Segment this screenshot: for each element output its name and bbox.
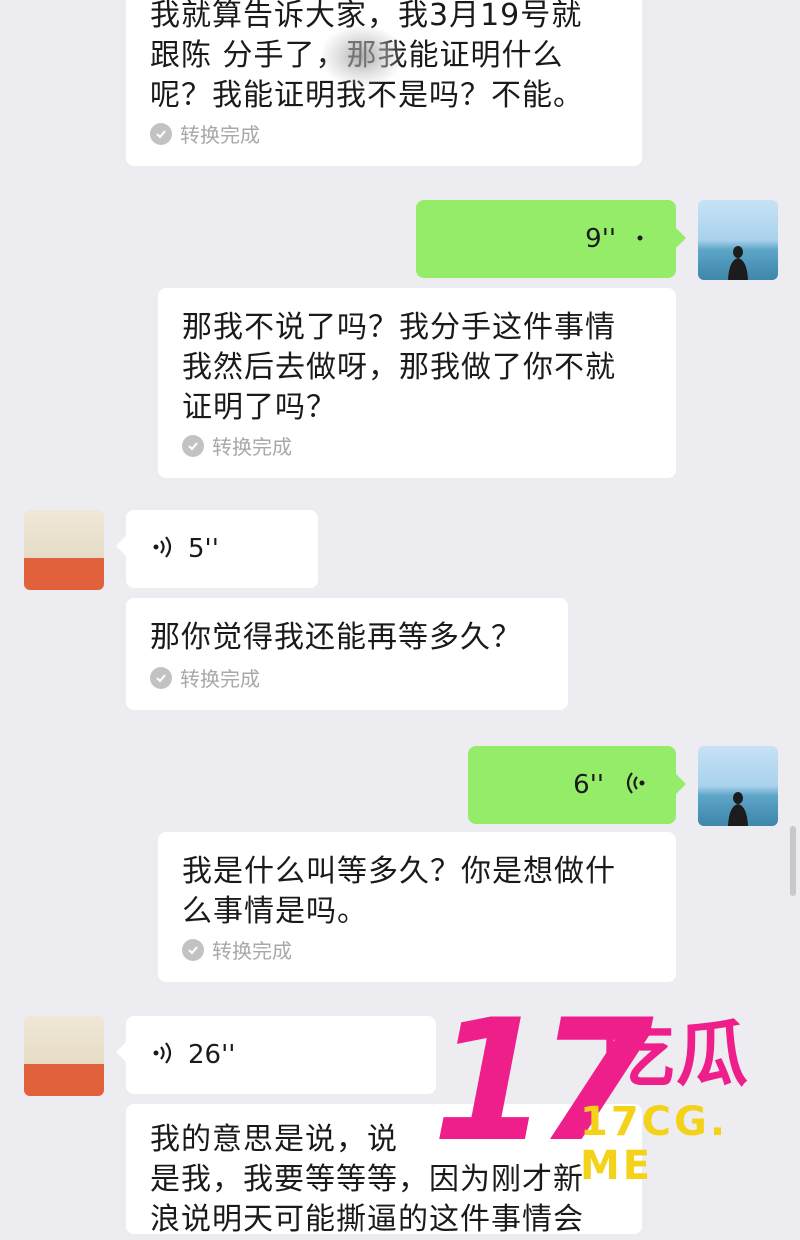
check-circle-icon: [182, 434, 204, 457]
contact-avatar[interactable]: [24, 510, 104, 590]
voice-message-outgoing[interactable]: 6'': [468, 746, 686, 824]
message-line: 么事情是吗。: [182, 894, 368, 929]
voice-message-outgoing[interactable]: 9'': [416, 200, 686, 278]
message-text: 那你觉得我还能再等多久？: [150, 618, 546, 658]
conversion-status: 转换完成: [150, 663, 260, 692]
message-bubble-incoming-transcript[interactable]: 那你觉得我还能再等多久？ 转换完成: [126, 598, 568, 710]
check-circle-icon: [182, 938, 204, 961]
message-bubble-outgoing-transcript[interactable]: 我是什么叫等多久？你是想做什 么事情是吗。 转换完成: [158, 832, 676, 982]
check-circle-icon: [150, 122, 172, 145]
watermark-url: 17CG. ME: [580, 1099, 729, 1189]
voice-message-incoming[interactable]: 5'': [116, 510, 318, 588]
message-bubble-incoming-transcript[interactable]: 我就算告诉大家，我3月19号就 跟陈 分手了，那我能证明什么 呢？我能证明我不是…: [126, 0, 642, 166]
bubble-tail: [116, 536, 126, 556]
voice-wave-icon: [636, 230, 646, 249]
bubble-tail: [676, 774, 686, 794]
message-line: 我然后去做呀，那我做了你不就: [182, 350, 616, 385]
voice-message-incoming[interactable]: 26'': [116, 1016, 436, 1094]
voice-duration: 6'': [573, 770, 604, 800]
self-avatar[interactable]: [698, 746, 778, 826]
voice-duration: 9'': [585, 224, 616, 254]
conversion-status: 转换完成: [182, 935, 292, 964]
message-text: 那我不说了吗？我分手这件事情 我然后去做呀，那我做了你不就 证明了吗？: [182, 308, 654, 428]
conversion-status: 转换完成: [150, 119, 260, 148]
conversion-status-text: 转换完成: [212, 939, 292, 963]
voice-wave-icon: [624, 771, 646, 799]
voice-wave-icon: [152, 1041, 174, 1069]
scrollbar[interactable]: [790, 826, 796, 896]
conversion-status-text: 转换完成: [180, 667, 260, 691]
watermark-logo: 17 吃瓜 17CG. ME: [432, 996, 800, 1189]
message-bubble-outgoing-transcript[interactable]: 那我不说了吗？我分手这件事情 我然后去做呀，那我做了你不就 证明了吗？ 转换完成: [158, 288, 676, 478]
conversion-status-text: 转换完成: [212, 435, 292, 459]
conversion-status: 转换完成: [182, 431, 292, 460]
message-text: 我是什么叫等多久？你是想做什 么事情是吗。: [182, 852, 654, 932]
message-line: 浪说明天可能撕逼的这件事情会: [150, 1202, 584, 1237]
watermark-chinese: 吃瓜: [602, 1012, 751, 1096]
message-line: 我是什么叫等多久？你是想做什: [182, 854, 616, 889]
contact-avatar[interactable]: [24, 1016, 104, 1096]
message-line: 证明了吗？: [182, 390, 337, 425]
conversion-status-text: 转换完成: [180, 123, 260, 147]
self-avatar[interactable]: [698, 200, 778, 280]
bubble-tail: [676, 228, 686, 248]
voice-wave-icon: [152, 535, 174, 563]
check-circle-icon: [150, 666, 172, 689]
message-line: 那你觉得我还能再等多久？: [150, 620, 522, 655]
bubble-tail: [116, 1042, 126, 1062]
voice-duration: 26'': [188, 1040, 236, 1070]
privacy-blur: [322, 26, 402, 86]
message-line: 那我不说了吗？我分手这件事情: [182, 310, 616, 345]
voice-duration: 5'': [188, 534, 219, 564]
